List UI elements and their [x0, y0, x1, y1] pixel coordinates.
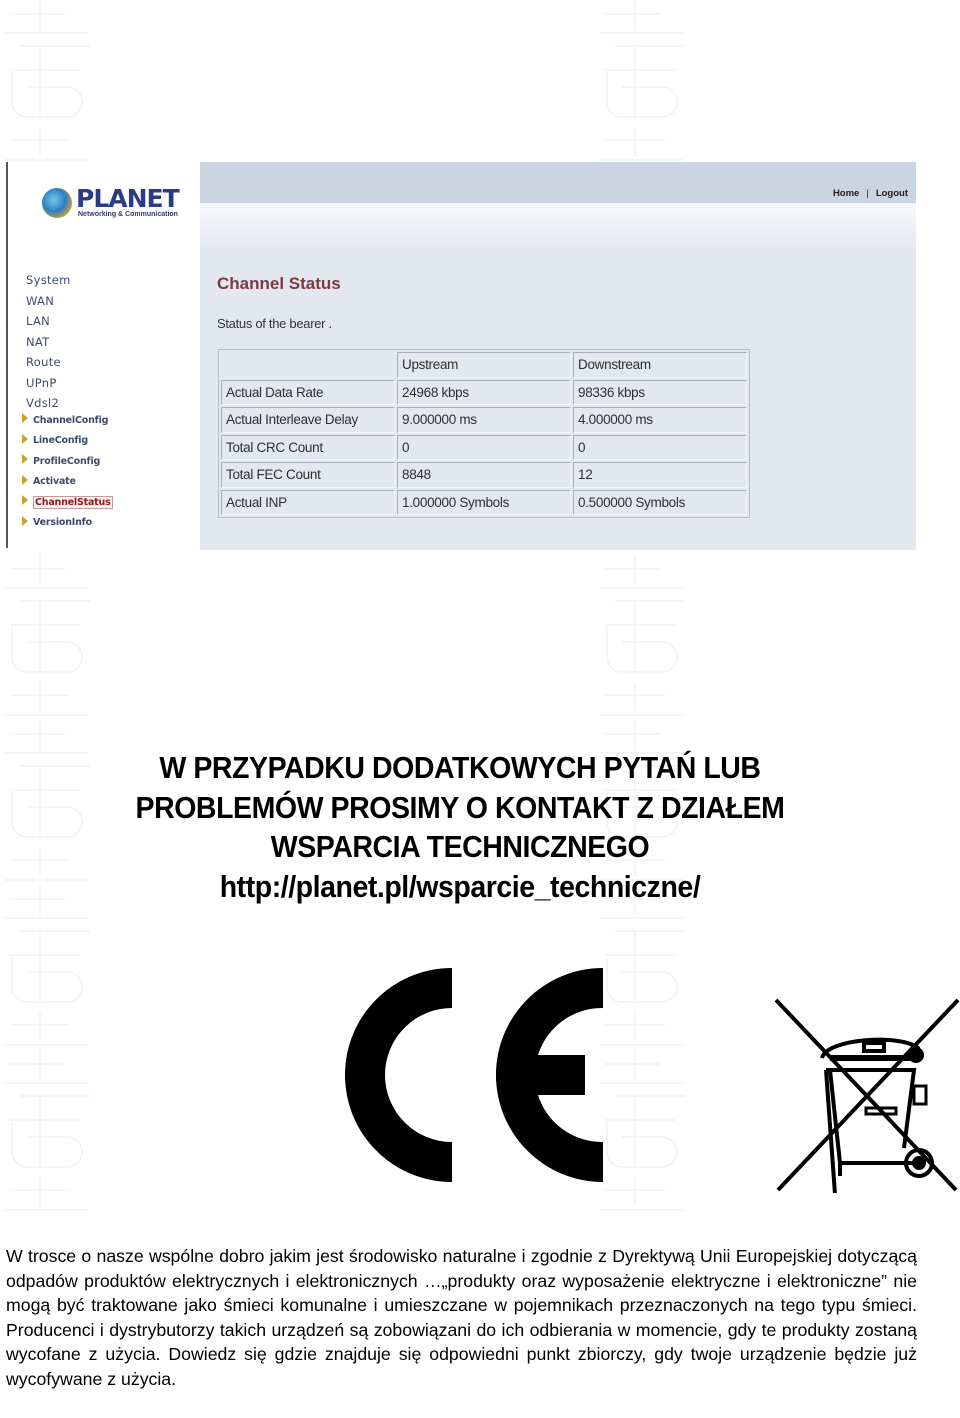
- support-notice: W PRZYPADKU DODATKOWYCH PYTAŃ LUB PROBLE…: [37, 748, 883, 906]
- downstream-value: 4.000000 ms: [573, 407, 747, 433]
- top-links: Home | Logout: [833, 188, 908, 199]
- header-cell-downstream: Downstream: [573, 352, 747, 378]
- upstream-value: 1.000000 Symbols: [397, 489, 571, 515]
- sidebar-item-lan[interactable]: LAN: [26, 311, 71, 332]
- table-row: Actual Data Rate 24968 kbps 98336 kbps: [221, 379, 747, 405]
- vdsl2-submenu: ChannelConfig LineConfig ProfileConfig A…: [22, 410, 113, 533]
- page-description: Status of the bearer .: [217, 316, 332, 331]
- sidebar-item-wan[interactable]: WAN: [26, 291, 71, 312]
- sidebar: PLANET Networking & Communication System…: [8, 162, 200, 550]
- submenu-item-lineconfig[interactable]: LineConfig: [22, 431, 113, 452]
- sidebar-item-route[interactable]: Route: [26, 352, 71, 373]
- main-panel: Home | Logout Channel Status Status of the…: [200, 162, 916, 550]
- table-row: Total CRC Count 0 0: [221, 434, 747, 460]
- notice-line: PROBLEMÓW PROSIMY O KONTAKT Z DZIAŁEM: [135, 789, 785, 825]
- router-ui-screenshot: PLANET Networking & Communication System…: [6, 162, 916, 550]
- sidebar-item-system[interactable]: System: [26, 270, 71, 291]
- row-label: Total FEC Count: [221, 462, 395, 488]
- submenu-item-channelstatus[interactable]: ChannelStatus: [22, 492, 113, 513]
- triangle-bullet-icon: [22, 474, 28, 485]
- planet-logo: PLANET Networking & Communication: [42, 184, 180, 224]
- sidebar-item-upnp[interactable]: UPnP: [26, 373, 71, 394]
- crossed-out-wheelie-bin-icon: [774, 998, 960, 1209]
- notice-line: W PRZYPADKU DODATKOWYCH PYTAŃ LUB: [159, 750, 761, 785]
- table-header-row: Upstream Downstream: [221, 352, 747, 378]
- downstream-value: 98336 kbps: [573, 379, 747, 405]
- triangle-bullet-icon: [22, 495, 28, 506]
- page-title: Channel Status: [217, 274, 341, 293]
- submenu-label: Activate: [33, 476, 76, 488]
- submenu-label-active: ChannelStatus: [33, 495, 113, 509]
- row-label: Actual INP: [221, 489, 395, 515]
- home-link[interactable]: Home: [833, 188, 859, 199]
- sidebar-item-nat[interactable]: NAT: [26, 332, 71, 353]
- link-separator: |: [866, 188, 869, 199]
- channel-status-table: Upstream Downstream Actual Data Rate 249…: [218, 349, 750, 518]
- submenu-item-activate[interactable]: Activate: [22, 472, 113, 493]
- upstream-value: 24968 kbps: [397, 379, 571, 405]
- support-url[interactable]: http://planet.pl/wsparcie_techniczne/: [37, 867, 883, 907]
- top-bar: Home | Logout: [200, 162, 916, 203]
- logout-link[interactable]: Logout: [876, 188, 908, 199]
- table-row: Actual Interleave Delay 9.000000 ms 4.00…: [221, 407, 747, 433]
- triangle-bullet-icon: [22, 515, 28, 526]
- notice-line: WSPARCIA TECHNICZNEGO: [270, 829, 650, 864]
- triangle-bullet-icon: [22, 454, 28, 465]
- downstream-value: 12: [573, 462, 747, 488]
- downstream-value: 0: [573, 434, 747, 460]
- submenu-item-channelconfig[interactable]: ChannelConfig: [22, 410, 113, 431]
- table-row: Total FEC Count 8848 12: [221, 462, 747, 488]
- submenu-item-profileconfig[interactable]: ProfileConfig: [22, 451, 113, 472]
- brand-name: PLANET: [76, 184, 180, 213]
- submenu-label: ProfileConfig: [33, 455, 101, 467]
- submenu-label: VersionInfo: [33, 517, 92, 529]
- submenu-item-versioninfo[interactable]: VersionInfo: [22, 513, 113, 534]
- globe-icon: [42, 188, 72, 218]
- submenu-label: ChannelConfig: [33, 414, 109, 426]
- sidebar-nav: System WAN LAN NAT Route UPnP Vdsl2: [26, 270, 71, 414]
- upstream-value: 0: [397, 434, 571, 460]
- triangle-bullet-icon: [22, 413, 28, 424]
- weee-disclaimer: W trosce o nasze wspólne dobro jakim jes…: [6, 1246, 917, 1389]
- row-label: Actual Interleave Delay: [221, 407, 395, 433]
- triangle-bullet-icon: [22, 433, 28, 444]
- brand-tagline: Networking & Communication: [78, 211, 178, 218]
- table-row: Actual INP 1.000000 Symbols 0.500000 Sym…: [221, 489, 747, 515]
- row-label: Total CRC Count: [221, 434, 395, 460]
- upstream-value: 8848: [397, 462, 571, 488]
- submenu-label: LineConfig: [33, 435, 88, 447]
- header-fade: [200, 203, 916, 253]
- downstream-value: 0.500000 Symbols: [573, 489, 747, 515]
- upstream-value: 9.000000 ms: [397, 407, 571, 433]
- header-cell-upstream: Upstream: [397, 352, 571, 378]
- row-label: Actual Data Rate: [221, 379, 395, 405]
- ce-mark-icon: [344, 968, 605, 1183]
- header-cell-empty: [221, 352, 395, 378]
